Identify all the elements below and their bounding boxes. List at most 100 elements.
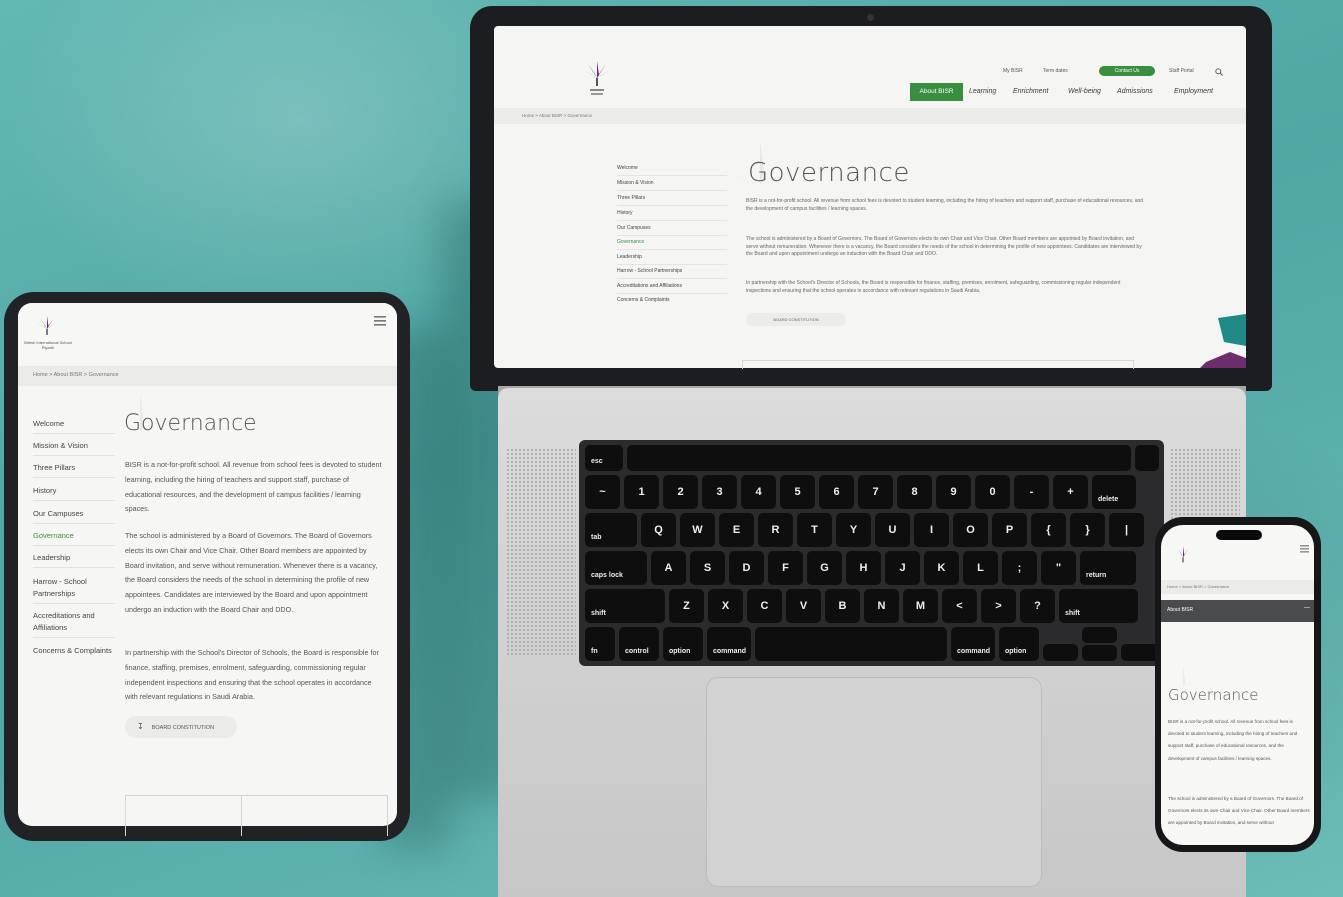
key-row2-7[interactable]: U [875, 513, 910, 547]
key-row3-6[interactable]: H [846, 551, 881, 585]
sidebar-item-partnerships[interactable]: Harrow - School Partnerships [33, 576, 93, 600]
util-link-mybisr[interactable]: My BISR [1003, 68, 1023, 74]
key-row4-11[interactable]: shift [1059, 589, 1138, 623]
key-row3-4[interactable]: F [768, 551, 803, 585]
key-row2-8[interactable]: I [914, 513, 949, 547]
key-num-10[interactable]: 0 [975, 475, 1010, 509]
key-row3-9[interactable]: L [963, 551, 998, 585]
sidebar-item-pillars[interactable]: Three Pillars [617, 195, 645, 201]
key-row3-10[interactable]: ; [1002, 551, 1037, 585]
key-row5-0[interactable]: fn [585, 627, 615, 661]
key-row2-4[interactable]: R [758, 513, 793, 547]
menu-icon[interactable] [374, 316, 386, 326]
key-num-8[interactable]: 8 [897, 475, 932, 509]
board-constitution-button[interactable]: BOARD CONSTITUTION [746, 313, 846, 326]
key-num-2[interactable]: 2 [663, 475, 698, 509]
key-row5-1[interactable]: control [619, 627, 659, 661]
key-num-12[interactable]: + [1053, 475, 1088, 509]
key-row5-3[interactable]: command [707, 627, 751, 661]
nav-employment[interactable]: Employment [1174, 88, 1213, 95]
key-esc[interactable]: esc [585, 445, 623, 471]
function-strip[interactable] [627, 445, 1131, 471]
key-row2-3[interactable]: E [719, 513, 754, 547]
key-row4-2[interactable]: X [708, 589, 743, 623]
key-row3-11[interactable]: " [1041, 551, 1076, 585]
key-row2-6[interactable]: Y [836, 513, 871, 547]
sidebar-item-campuses[interactable]: Our Campuses [617, 225, 651, 231]
key-row2-9[interactable]: O [953, 513, 988, 547]
key-row4-9[interactable]: > [981, 589, 1016, 623]
nav-enrichment[interactable]: Enrichment [1013, 88, 1048, 95]
key-arrow-down[interactable] [1082, 645, 1117, 661]
key-arrow-right[interactable] [1121, 644, 1158, 661]
key-row2-13[interactable]: | [1109, 513, 1144, 547]
sidebar-item-welcome[interactable]: Welcome [33, 419, 64, 428]
key-row2-2[interactable]: W [680, 513, 715, 547]
key-space[interactable] [755, 627, 947, 661]
key-row3-1[interactable]: A [651, 551, 686, 585]
sidebar-item-concerns[interactable]: Concerns & Complaints [617, 297, 670, 303]
key-row3-3[interactable]: D [729, 551, 764, 585]
key-arrow-up[interactable] [1082, 627, 1117, 643]
key-row4-6[interactable]: N [864, 589, 899, 623]
key-row3-0[interactable]: caps lock [585, 551, 647, 585]
trackpad[interactable] [706, 677, 1042, 887]
key-num-7[interactable]: 7 [858, 475, 893, 509]
key-row2-1[interactable]: Q [641, 513, 676, 547]
sidebar-item-governance[interactable]: Governance [617, 239, 644, 245]
util-link-staff-portal[interactable]: Staff Portal [1169, 68, 1194, 74]
key-row2-12[interactable]: } [1070, 513, 1105, 547]
key-num-9[interactable]: 9 [936, 475, 971, 509]
key-row3-12[interactable]: return [1080, 551, 1136, 585]
key-row2-11[interactable]: { [1031, 513, 1066, 547]
key-delete[interactable]: delete [1092, 475, 1136, 509]
sidebar-item-mission[interactable]: Mission & Vision [33, 441, 88, 450]
key-num-0[interactable]: ~ [585, 475, 620, 509]
sidebar-item-accreditations[interactable]: Accreditations and Affiliations [33, 610, 103, 634]
key-row2-0[interactable]: tab [585, 513, 637, 547]
key-row4-4[interactable]: V [786, 589, 821, 623]
sidebar-item-history[interactable]: History [33, 486, 56, 495]
nav-admissions[interactable]: Admissions [1117, 88, 1153, 95]
sidebar-item-governance[interactable]: Governance [33, 531, 74, 540]
board-constitution-button[interactable]: ↧ BOARD CONSTITUTION [125, 716, 237, 738]
sidebar-item-leadership[interactable]: Leadership [617, 254, 642, 260]
key-num-1[interactable]: 1 [624, 475, 659, 509]
key-row2-5[interactable]: T [797, 513, 832, 547]
search-icon[interactable] [1215, 68, 1223, 76]
nav-about[interactable]: About BISR [910, 83, 963, 101]
key-row3-2[interactable]: S [690, 551, 725, 585]
key-touchid[interactable] [1135, 445, 1159, 471]
key-arrow-left[interactable] [1043, 644, 1078, 661]
sidebar-item-leadership[interactable]: Leadership [33, 553, 70, 562]
sidebar-item-pillars[interactable]: Three Pillars [33, 463, 75, 472]
key-row4-7[interactable]: M [903, 589, 938, 623]
key-num-3[interactable]: 3 [702, 475, 737, 509]
key-row4-5[interactable]: B [825, 589, 860, 623]
key-num-5[interactable]: 5 [780, 475, 815, 509]
key-num-4[interactable]: 4 [741, 475, 776, 509]
sidebar-item-history[interactable]: History [617, 210, 633, 216]
key-row2-10[interactable]: P [992, 513, 1027, 547]
key-row3-5[interactable]: G [807, 551, 842, 585]
key-row4-8[interactable]: < [942, 589, 977, 623]
key-row4-1[interactable]: Z [669, 589, 704, 623]
nav-learning[interactable]: Learning [969, 88, 996, 95]
key-row4-10[interactable]: ? [1020, 589, 1055, 623]
menu-icon[interactable] [1300, 545, 1309, 553]
key-row4-0[interactable]: shift [585, 589, 665, 623]
nav-wellbeing[interactable]: Well-being [1068, 88, 1101, 95]
util-link-term-dates[interactable]: Term dates [1043, 68, 1068, 74]
key-row5-2[interactable]: option [663, 627, 703, 661]
sidebar-item-campuses[interactable]: Our Campuses [33, 509, 83, 518]
contact-us-button[interactable]: Contact Us [1099, 66, 1155, 76]
key-num-11[interactable]: - [1014, 475, 1049, 509]
sidebar-item-mission[interactable]: Mission & Vision [617, 180, 654, 186]
key-num-6[interactable]: 6 [819, 475, 854, 509]
sidebar-item-accreditations[interactable]: Accreditations and Affiliations [617, 283, 682, 289]
key-row4-3[interactable]: C [747, 589, 782, 623]
key-row5-5[interactable]: option [999, 627, 1039, 661]
sidebar-item-welcome[interactable]: Welcome [617, 165, 638, 171]
sidebar-item-partnerships[interactable]: Harrow - School Partnerships [617, 268, 682, 274]
key-row5-4[interactable]: command [951, 627, 995, 661]
